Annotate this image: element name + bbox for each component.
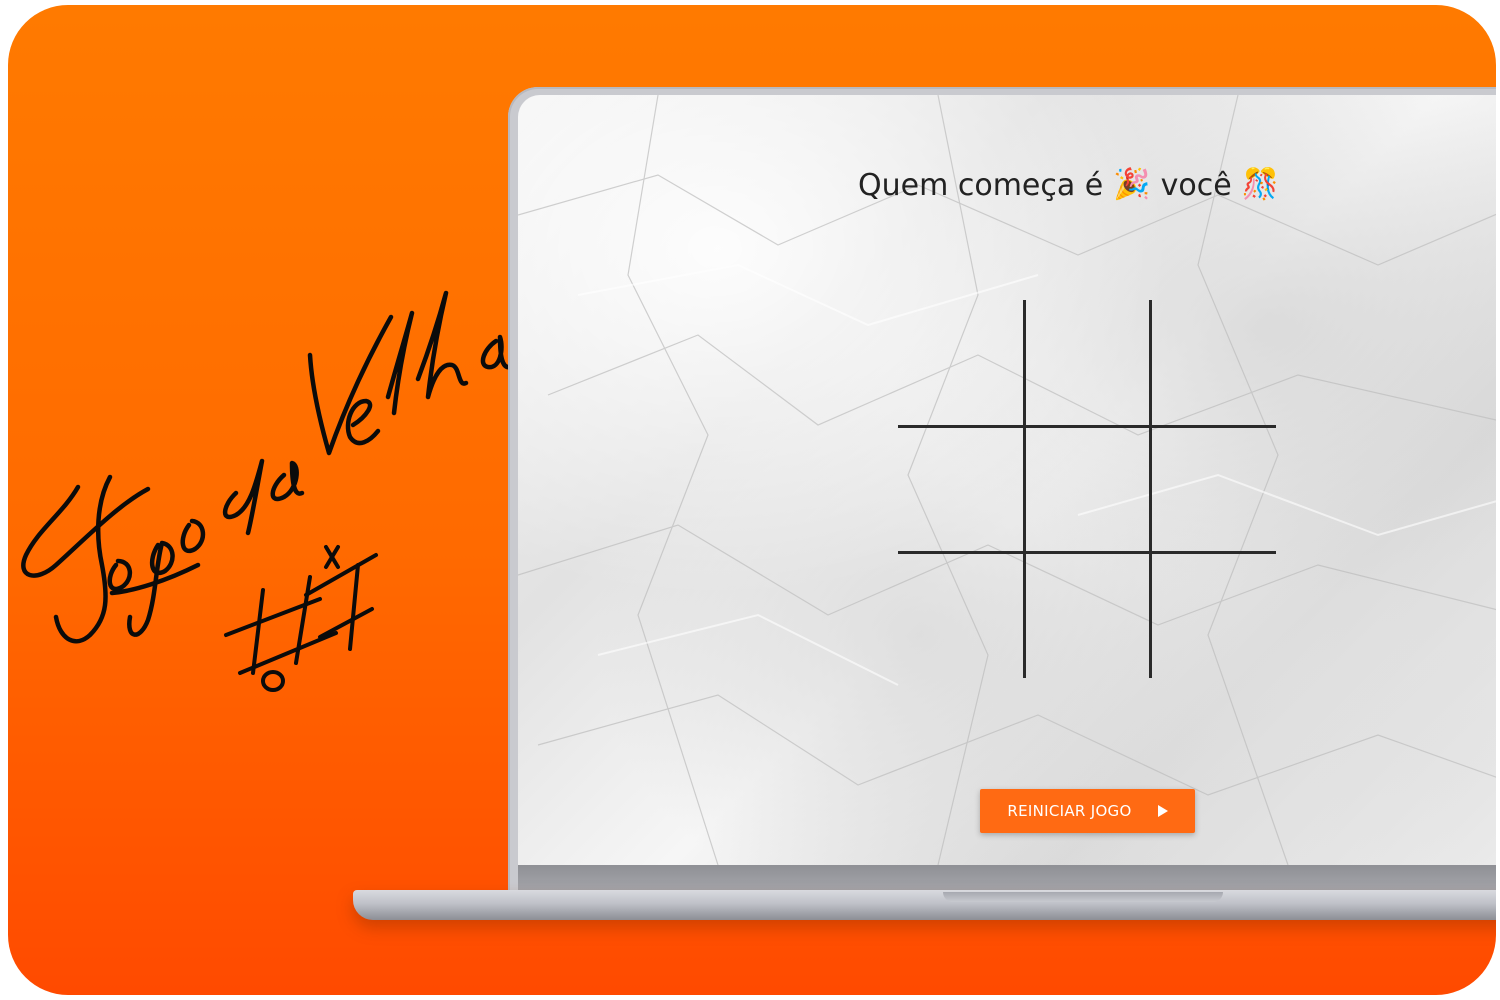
board-cell-6[interactable]	[1152, 428, 1276, 552]
board-cell-4[interactable]	[898, 428, 1022, 552]
laptop-notch	[943, 892, 1223, 902]
jogo-da-velha-logo	[21, 290, 513, 692]
board-cell-3[interactable]	[1152, 300, 1276, 424]
screen-bottom-bezel	[518, 865, 1496, 893]
board-cell-5[interactable]	[1026, 428, 1150, 552]
tic-tac-toe-board	[898, 300, 1278, 680]
confetti-ball-icon: 🎊	[1241, 167, 1280, 202]
party-popper-icon: 🎉	[1113, 167, 1151, 202]
laptop-base	[353, 890, 1496, 920]
turn-message: Quem começa é 🎉 você 🎊	[858, 165, 1279, 205]
board-cell-1[interactable]	[898, 300, 1022, 424]
board-cell-9[interactable]	[1152, 554, 1276, 678]
play-icon	[1157, 805, 1168, 817]
restart-game-button[interactable]: REINICIAR JOGO	[980, 789, 1195, 833]
board-cell-7[interactable]	[898, 554, 1022, 678]
turn-message-player: você	[1160, 167, 1232, 203]
game-screen: Quem começa é 🎉 você 🎊 REINICIAR JOGO	[518, 95, 1496, 865]
board-cell-8[interactable]	[1026, 554, 1150, 678]
board-cell-2[interactable]	[1026, 300, 1150, 424]
restart-game-label: REINICIAR JOGO	[1007, 802, 1132, 820]
turn-message-prefix: Quem começa é	[858, 167, 1104, 203]
promo-banner: Quem começa é 🎉 você 🎊 REINICIAR JOGO	[8, 5, 1496, 995]
